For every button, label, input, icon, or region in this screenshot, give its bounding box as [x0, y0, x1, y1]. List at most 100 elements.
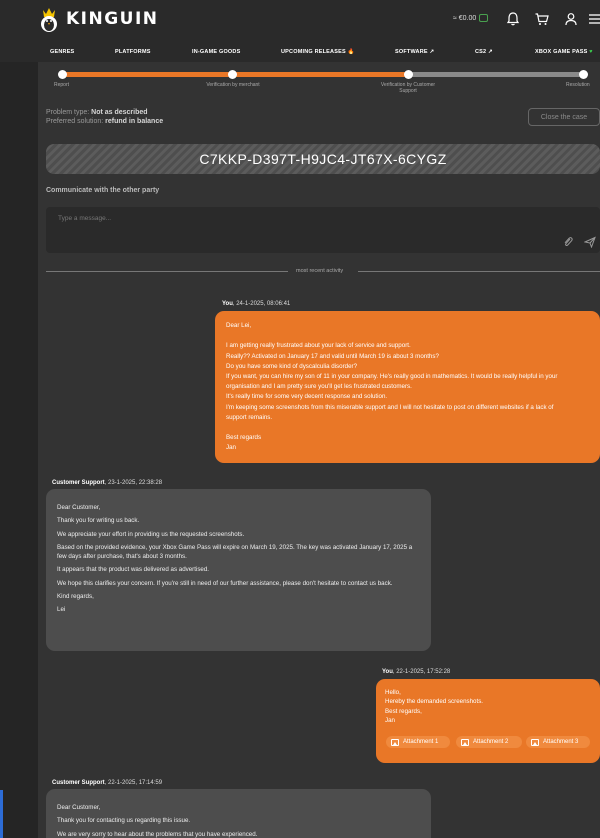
nav-software-label: SOFTWARE [395, 49, 428, 55]
message-paragraph: We are very sorry to hear about the prob… [57, 830, 258, 838]
preferred-solution: Preferred solution: refund in balance [46, 118, 163, 125]
message-line: support remains. [226, 413, 273, 421]
message-bubble-user: Hello, Hereby the demanded screenshots. … [376, 679, 600, 763]
nav-cs2-label: CS2 [475, 49, 487, 55]
message-paragraph: Thank you for contacting us regarding th… [57, 817, 191, 825]
attachment-label: Attachment 2 [473, 739, 509, 745]
problem-type-value: Not as described [91, 109, 148, 116]
close-case-button[interactable]: Close the case [528, 108, 600, 126]
nav-upcoming-releases[interactable]: UPCOMING RELEASES 🔥 [281, 49, 355, 55]
most-recent-activity: most recent activity [296, 268, 344, 274]
send-icon[interactable] [584, 236, 596, 248]
message-author: Customer Support [52, 480, 105, 486]
progress-step-dot [58, 70, 67, 79]
message-header: You, 22-1-2025, 17:52:28 [382, 669, 450, 675]
image-icon [461, 738, 469, 746]
message-paragraph: Kind regards, [57, 593, 94, 601]
nav-platforms[interactable]: PLATFORMS [115, 49, 151, 55]
message-placeholder: Type a message... [58, 215, 112, 222]
nav-software[interactable]: SOFTWARE ↗ [395, 49, 434, 55]
message-line: Best regards, [385, 707, 422, 715]
attachment-label: Attachment 1 [403, 739, 439, 745]
message-timestamp: , 22-1-2025, 17:14:59 [104, 780, 163, 786]
bell-icon[interactable] [505, 11, 521, 27]
message-line [226, 423, 589, 433]
heart-icon: ♥ [587, 49, 593, 55]
attachment-button[interactable]: Attachment 2 [456, 736, 522, 748]
message-line: Hereby the demanded screenshots. [385, 698, 484, 706]
attachment-button[interactable]: Attachment 1 [386, 736, 450, 748]
progress-step-dot [404, 70, 413, 79]
image-icon [531, 738, 539, 746]
message-line [226, 331, 589, 341]
step-label-support: Verification by Customer Support [380, 82, 436, 94]
attachment-button[interactable]: Attachment 3 [526, 736, 590, 748]
message-header: You, 24-1-2025, 08:06:41 [222, 301, 290, 307]
progress-step-dot [579, 70, 588, 79]
user-icon[interactable] [563, 11, 579, 27]
message-timestamp: , 24-1-2025, 08:06:41 [232, 301, 291, 307]
problem-type-label: Problem type: [46, 109, 90, 116]
wallet-amount: ≈ €0.00 [453, 14, 477, 22]
message-author: You [382, 669, 393, 675]
message-timestamp: , 23-1-2025, 22:38:28 [104, 480, 163, 486]
message-line: It's really time for some very decent re… [226, 393, 388, 401]
wallet-icon [479, 14, 489, 22]
menu-icon[interactable] [588, 11, 600, 27]
message-paragraph: Lei [57, 606, 66, 614]
message-paragraph: Dear Customer, [57, 504, 101, 511]
image-icon [391, 738, 399, 746]
cart-icon[interactable] [534, 11, 550, 27]
message-bubble-user: Dear Lei, I am getting really frustrated… [215, 311, 600, 463]
message-line: Do you have some kind of dyscalculia dis… [226, 362, 358, 370]
message-timestamp: , 22-1-2025, 17:52:28 [392, 669, 451, 675]
external-link-icon: ↗ [486, 49, 493, 55]
message-line: Hello, [385, 689, 401, 696]
message-paragraph: Based on the provided evidence, your Xbo… [57, 543, 413, 561]
left-sidebar [0, 62, 38, 838]
message-paragraph: It appears that the product was delivere… [57, 566, 210, 574]
step-label-report: Report [54, 82, 70, 88]
message-paragraph: Dear Customer, [57, 804, 101, 811]
external-link-icon: ↗ [427, 49, 435, 55]
message-line: Dear Lei, [226, 322, 252, 329]
message-author: You [222, 301, 233, 307]
attachment-label: Attachment 3 [543, 739, 579, 745]
message-input[interactable]: Type a message... [46, 207, 600, 253]
message-line: Best regards [226, 434, 262, 442]
message-paragraph: Thank you for writing us back. [57, 517, 140, 525]
communicate-title: Communicate with the other party [46, 187, 160, 194]
message-header: Customer Support, 23-1-2025, 22:38:28 [52, 480, 162, 486]
message-bubble-support: Dear Customer, Thank you for contacting … [46, 789, 431, 838]
message-bubble-support: Dear Customer, Thank you for writing us … [46, 489, 431, 651]
nav-xbox-label: XBOX GAME PASS [535, 49, 588, 55]
sidebar-accent [0, 790, 3, 838]
step-label-merchant: Verification by merchant [206, 82, 260, 88]
penguin-crown-icon [41, 8, 57, 32]
message-line: If you want, you can hire my son of 11 i… [226, 373, 558, 380]
nav-cs2[interactable]: CS2 ↗ [475, 49, 493, 55]
kinguin-logo[interactable]: KINGUIN [38, 6, 159, 32]
nav-xbox-game-pass[interactable]: XBOX GAME PASS ♥ [535, 49, 593, 55]
nav-in-game-goods[interactable]: IN-GAME GOODS [192, 49, 240, 55]
top-header: KINGUIN ≈ €0.00 [0, 0, 600, 40]
message-author: Customer Support [52, 780, 105, 786]
message-line: I'm keeping some screenshots from this m… [226, 403, 554, 411]
message-line: I am getting really frustrated about you… [226, 342, 411, 350]
wallet-balance[interactable]: ≈ €0.00 [453, 14, 489, 22]
message-line: organisation and I am pretty sure you'll… [226, 383, 412, 391]
message-line: Really?? Activated on January 17 and val… [226, 352, 439, 360]
preferred-solution-label: Preferred solution: [46, 118, 104, 125]
nav-genres[interactable]: GENRES [50, 49, 74, 55]
progress-step-dot [228, 70, 237, 79]
brand-name: KINGUIN [66, 9, 159, 29]
message-paragraph: We hope this clarifies your concern. If … [57, 579, 393, 587]
problem-type: Problem type: Not as described [46, 109, 148, 116]
step-label-resolution: Resolution [566, 82, 590, 88]
message-paragraph: We appreciate your effort in providing u… [57, 530, 245, 538]
message-line: Jan [385, 716, 395, 724]
divider-line [46, 271, 288, 272]
message-header: Customer Support, 22-1-2025, 17:14:59 [52, 780, 162, 786]
paperclip-icon[interactable] [562, 236, 574, 248]
product-key[interactable]: C7KKP-D397T-H9JC4-JT67X-6CYGZ [46, 144, 600, 174]
